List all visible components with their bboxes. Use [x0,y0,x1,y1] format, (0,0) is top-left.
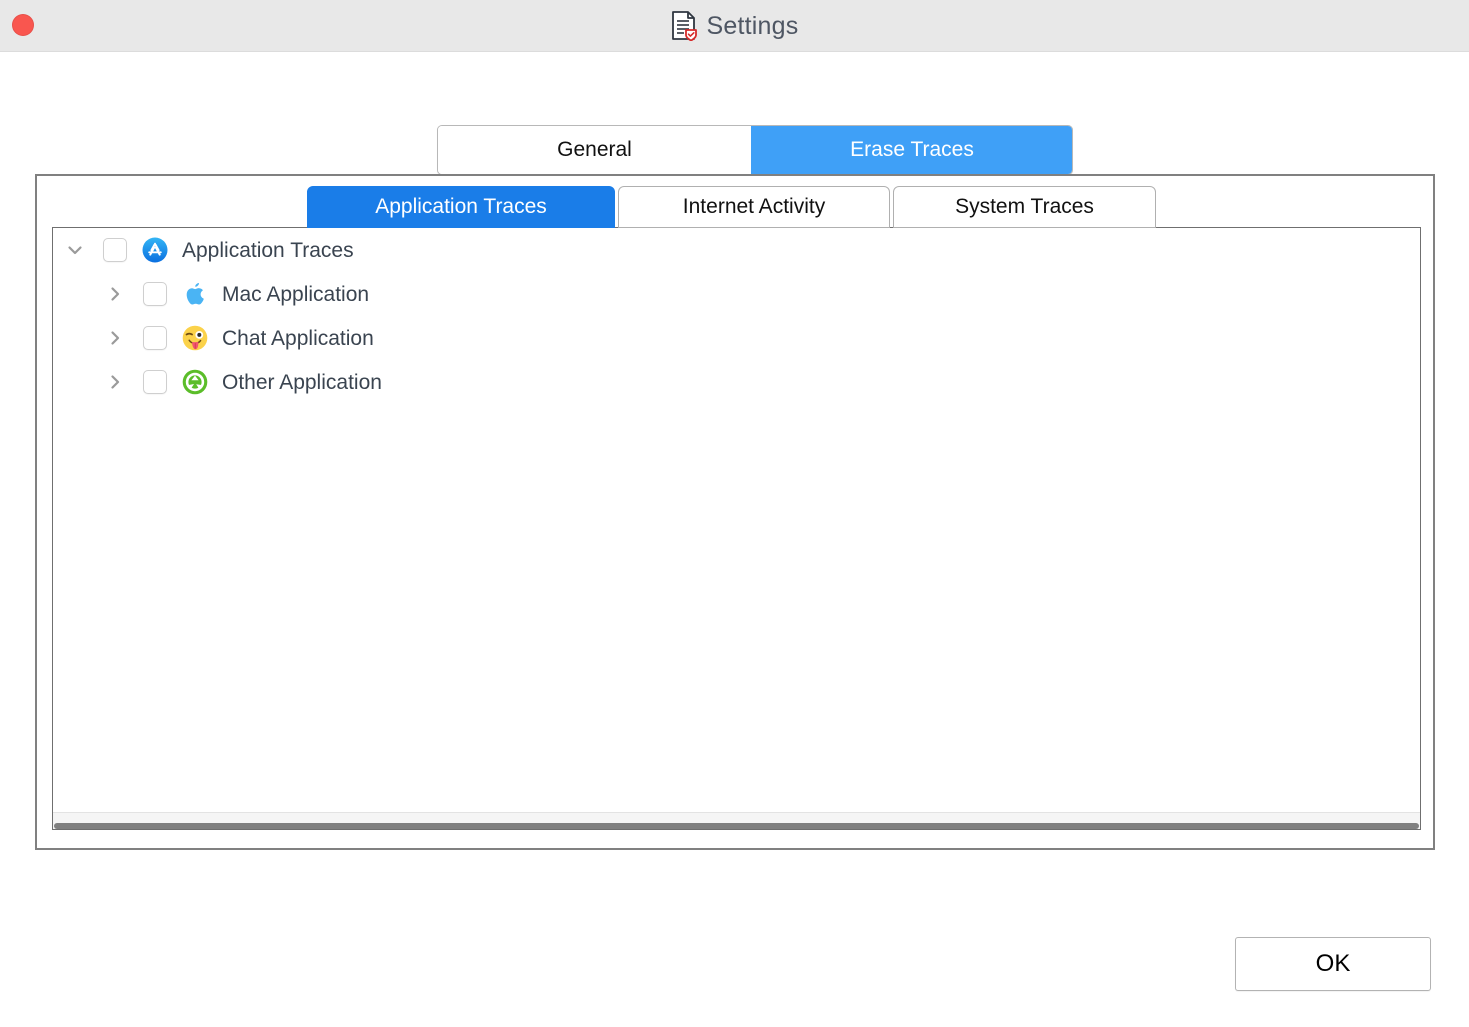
chevron-right-icon[interactable] [104,283,126,305]
tab-erase-traces[interactable]: Erase Traces [751,126,1072,174]
tree-row-other-application[interactable]: Other Application [53,360,1420,404]
tab-system-traces[interactable]: System Traces [893,186,1156,228]
tree-label-mac-application: Mac Application [222,282,370,306]
document-shield-icon [671,11,697,42]
traces-tree-listbox[interactable]: Application Traces Mac Application Chat … [52,227,1421,830]
tree-row-mac-application[interactable]: Mac Application [53,272,1420,316]
checkbox-other-application[interactable] [143,370,167,394]
tab-internet-activity[interactable]: Internet Activity [618,186,890,228]
tab-application-traces[interactable]: Application Traces [307,186,615,228]
chevron-down-icon[interactable] [64,239,86,261]
page-title: Settings [706,11,799,40]
tree-label-chat-application: Chat Application [222,326,374,350]
ok-button[interactable]: OK [1235,937,1431,991]
traces-tree: Application Traces Mac Application Chat … [53,228,1420,812]
green-recycle-icon [182,369,208,395]
checkbox-chat-application[interactable] [143,326,167,350]
app-store-icon [142,237,168,263]
chevron-right-icon[interactable] [104,327,126,349]
horizontal-scrollbar-thumb[interactable] [54,823,1419,829]
trace-category-tab-bar: Application Traces Internet Activity Sys… [307,186,1156,228]
window-title-group: Settings [0,8,1469,44]
apple-logo-icon [182,281,208,307]
tree-label-other-application: Other Application [222,370,382,394]
tab-general[interactable]: General [438,126,751,174]
settings-tab-bar: General Erase Traces [437,125,1073,175]
checkbox-application-traces[interactable] [103,238,127,262]
chevron-right-icon[interactable] [104,371,126,393]
winking-tongue-face-icon [182,325,208,351]
tree-row-chat-application[interactable]: Chat Application [53,316,1420,360]
horizontal-scrollbar[interactable] [53,812,1420,829]
tree-label-application-traces: Application Traces [182,238,354,262]
window-titlebar: Settings [0,0,1469,52]
checkbox-mac-application[interactable] [143,282,167,306]
tree-row-application-traces[interactable]: Application Traces [53,228,1420,272]
